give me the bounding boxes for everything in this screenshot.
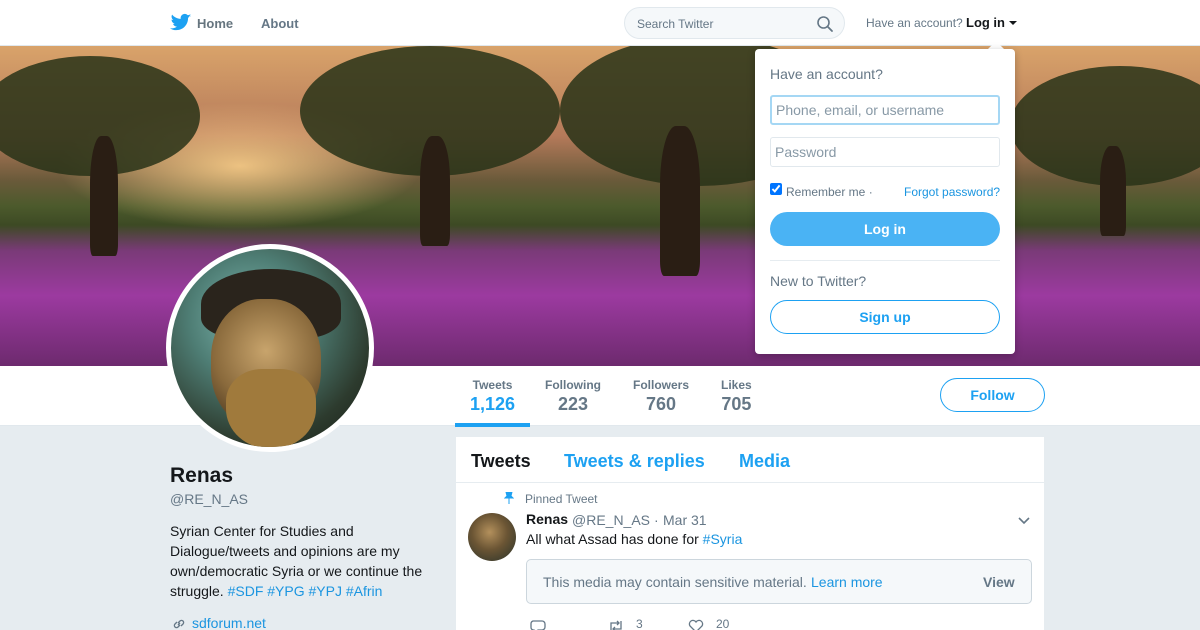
tweet-separator: · <box>654 512 659 528</box>
stat-value: 760 <box>645 394 677 414</box>
like-count: 20 <box>716 617 730 630</box>
view-media-button[interactable]: View <box>983 574 1015 590</box>
stat-tweets[interactable]: Tweets 1,126 <box>470 378 515 415</box>
tweet-author-name[interactable]: Renas <box>526 511 568 527</box>
timeline-tabs: Tweets Tweets & replies Media <box>456 437 1044 483</box>
reply-icon[interactable] <box>530 619 546 630</box>
tweet-avatar[interactable] <box>468 513 516 561</box>
stat-label: Likes <box>721 378 752 392</box>
search-placeholder: Search Twitter <box>637 17 714 31</box>
stat-value: 705 <box>721 394 752 414</box>
username-field[interactable] <box>770 95 1000 125</box>
search-icon[interactable] <box>816 15 834 33</box>
learn-more-link[interactable]: Learn more <box>811 574 883 590</box>
tree-trunk <box>1100 146 1126 236</box>
follow-button[interactable]: Follow <box>940 378 1045 412</box>
dropdown-caret <box>988 41 1004 49</box>
stat-label: Followers <box>633 378 690 392</box>
new-to-twitter-label: New to Twitter? <box>770 273 867 289</box>
tree-trunk <box>420 136 450 246</box>
profile-website-link[interactable]: sdforum.net <box>192 615 266 630</box>
divider <box>770 260 1000 261</box>
stat-following[interactable]: Following 223 <box>545 378 601 415</box>
profile-avatar[interactable] <box>166 244 374 452</box>
tab-tweets-replies[interactable]: Tweets & replies <box>564 451 705 472</box>
tree-trunk <box>660 126 700 276</box>
sensitive-media-notice: This media may contain sensitive materia… <box>526 559 1032 604</box>
heart-icon[interactable] <box>688 619 704 630</box>
tweet-text: All what Assad has done for #Syria <box>526 531 742 547</box>
tweet-author-handle[interactable]: @RE_N_AS <box>572 512 650 528</box>
stat-likes[interactable]: Likes 705 <box>721 378 752 415</box>
signup-button[interactable]: Sign up <box>770 300 1000 334</box>
remember-me-checkbox[interactable] <box>770 183 782 195</box>
timeline: Tweets Tweets & replies Media Pinned Twe… <box>456 437 1044 630</box>
nav-home-link[interactable]: Home <box>197 16 233 31</box>
tab-media[interactable]: Media <box>739 451 790 472</box>
twitter-bird-icon[interactable] <box>170 13 192 33</box>
retweet-count: 3 <box>636 617 643 630</box>
login-dropdown: Have an account? Remember me · Forgot pa… <box>755 49 1015 354</box>
active-tab-underline <box>455 423 530 427</box>
nav-about-link[interactable]: About <box>261 16 299 31</box>
caret-down-icon[interactable] <box>1009 21 1017 25</box>
stat-value: 1,126 <box>470 394 516 414</box>
tweet-body: All what Assad has done for <box>526 531 699 547</box>
bio-hashtags[interactable]: #SDF #YPG #YPJ #Afrin <box>228 583 383 599</box>
forgot-password-link[interactable]: Forgot password? <box>904 185 1000 199</box>
stat-value: 223 <box>557 394 589 414</box>
profile-name[interactable]: Renas <box>170 464 233 488</box>
pin-icon <box>504 492 514 504</box>
avatar-beard <box>226 369 316 447</box>
tab-tweets[interactable]: Tweets <box>471 451 531 472</box>
sensitive-media-text: This media may contain sensitive materia… <box>543 574 807 590</box>
have-account-label: Have an account? <box>866 16 963 30</box>
profile-bio: Syrian Center for Studies and Dialogue/t… <box>170 521 440 601</box>
retweet-icon[interactable] <box>608 619 624 630</box>
stat-label: Tweets <box>472 378 513 392</box>
login-link[interactable]: Log in <box>966 15 1005 30</box>
stat-label: Following <box>545 378 601 392</box>
tree-trunk <box>90 136 118 256</box>
password-field[interactable] <box>770 137 1000 167</box>
profile-handle[interactable]: @RE_N_AS <box>170 491 248 507</box>
pinned-tweet-label: Pinned Tweet <box>525 492 598 506</box>
top-navigation: Home About Search Twitter Have an accoun… <box>0 0 1200 46</box>
search-input[interactable]: Search Twitter <box>624 7 845 39</box>
chevron-down-icon[interactable] <box>1018 515 1030 527</box>
tweet-hashtag[interactable]: #Syria <box>703 531 743 547</box>
remember-me-label: Remember me · <box>786 185 873 199</box>
stat-followers[interactable]: Followers 760 <box>633 378 689 415</box>
link-icon <box>173 619 185 629</box>
tweet-date[interactable]: Mar 31 <box>663 512 707 528</box>
login-button[interactable]: Log in <box>770 212 1000 246</box>
login-dropdown-title: Have an account? <box>770 66 883 82</box>
